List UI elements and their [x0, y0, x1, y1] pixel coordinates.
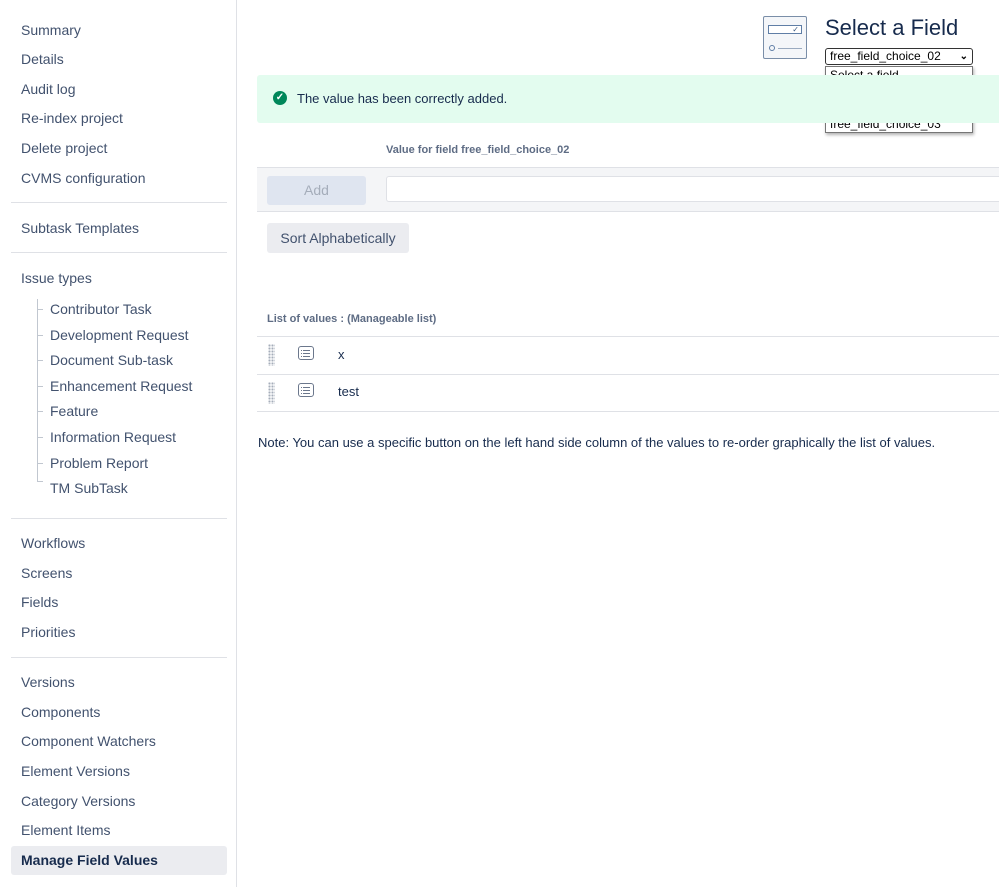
- tree-tick: [37, 309, 43, 310]
- tree-tick: [37, 463, 43, 464]
- check-circle-icon: ✓: [273, 91, 287, 105]
- field-select[interactable]: free_field_choice_02 ⌄: [825, 48, 973, 65]
- nav-item-delete-project[interactable]: Delete project: [21, 140, 107, 156]
- list-heading: List of values : (Manageable list): [267, 313, 437, 325]
- nav-item-audit-log[interactable]: Audit log: [21, 81, 75, 97]
- nav-item-element-versions[interactable]: Element Versions: [21, 763, 130, 779]
- tree-tick: [37, 386, 43, 387]
- nav-item-element-items[interactable]: Element Items: [21, 822, 110, 838]
- sidebar-divider: [11, 202, 227, 203]
- nav-subitem-contributor-task[interactable]: Contributor Task: [50, 301, 152, 317]
- nav-item-screens[interactable]: Screens: [21, 565, 72, 581]
- sidebar: Summary Details Audit log Re-index proje…: [0, 0, 237, 887]
- nav-item-component-watchers[interactable]: Component Watchers: [21, 733, 156, 749]
- nav-subitem-enhancement-request[interactable]: Enhancement Request: [50, 378, 192, 394]
- nav-item-workflows[interactable]: Workflows: [21, 535, 85, 551]
- tree-tick: [37, 481, 43, 482]
- nav-item-cvms-configuration[interactable]: CVMS configuration: [21, 170, 146, 186]
- nav-subitem-feature[interactable]: Feature: [50, 403, 98, 419]
- field-select-icon: ✓: [763, 16, 807, 59]
- tree-tick: [37, 437, 43, 438]
- add-button[interactable]: Add: [267, 176, 366, 205]
- nav-item-details[interactable]: Details: [21, 51, 64, 67]
- list-value: x: [338, 347, 345, 362]
- nav-subitem-document-subtask[interactable]: Document Sub-task: [50, 352, 173, 368]
- sidebar-divider: [11, 518, 227, 519]
- success-message: The value has been correctly added.: [297, 91, 508, 106]
- nav-item-priorities[interactable]: Priorities: [21, 624, 75, 640]
- sidebar-divider: [11, 252, 227, 253]
- field-select-value: free_field_choice_02: [830, 49, 941, 63]
- tree-tick: [37, 335, 43, 336]
- nav-subitem-problem-report[interactable]: Problem Report: [50, 455, 148, 471]
- chevron-down-icon: ⌄: [959, 51, 968, 62]
- nav-subitem-information-request[interactable]: Information Request: [50, 429, 176, 445]
- sidebar-divider: [11, 657, 227, 658]
- list-edit-icon[interactable]: [298, 383, 314, 397]
- nav-subitem-development-request[interactable]: Development Request: [50, 327, 189, 343]
- nav-item-category-versions[interactable]: Category Versions: [21, 793, 135, 809]
- nav-item-manage-field-values-label: Manage Field Values: [21, 852, 158, 868]
- nav-item-components[interactable]: Components: [21, 704, 100, 720]
- nav-item-summary[interactable]: Summary: [21, 22, 81, 38]
- nav-item-versions[interactable]: Versions: [21, 674, 75, 690]
- list-divider: [257, 374, 999, 375]
- page-title: Select a Field: [825, 15, 959, 40]
- sort-alphabetically-button[interactable]: Sort Alphabetically: [267, 223, 409, 253]
- success-banner: ✓ The value has been correctly added.: [257, 75, 999, 123]
- nav-item-fields[interactable]: Fields: [21, 594, 58, 610]
- value-field-label: Value for field free_field_choice_02: [386, 144, 570, 156]
- nav-item-issue-types[interactable]: Issue types: [21, 270, 92, 286]
- list-edit-icon[interactable]: [298, 346, 314, 360]
- drag-handle-icon[interactable]: [268, 344, 275, 366]
- nav-item-reindex-project[interactable]: Re-index project: [21, 110, 123, 126]
- tree-connector: [37, 299, 38, 482]
- nav-subitem-tm-subtask[interactable]: TM SubTask: [50, 480, 128, 496]
- tree-tick: [37, 411, 43, 412]
- drag-handle-icon[interactable]: [268, 382, 275, 404]
- list-value: test: [338, 384, 359, 399]
- reorder-note: Note: You can use a specific button on t…: [258, 435, 936, 450]
- list-divider: [257, 336, 999, 337]
- list-divider: [257, 411, 999, 412]
- value-input[interactable]: [386, 176, 999, 202]
- nav-item-subtask-templates[interactable]: Subtask Templates: [21, 220, 139, 236]
- tree-tick: [37, 360, 43, 361]
